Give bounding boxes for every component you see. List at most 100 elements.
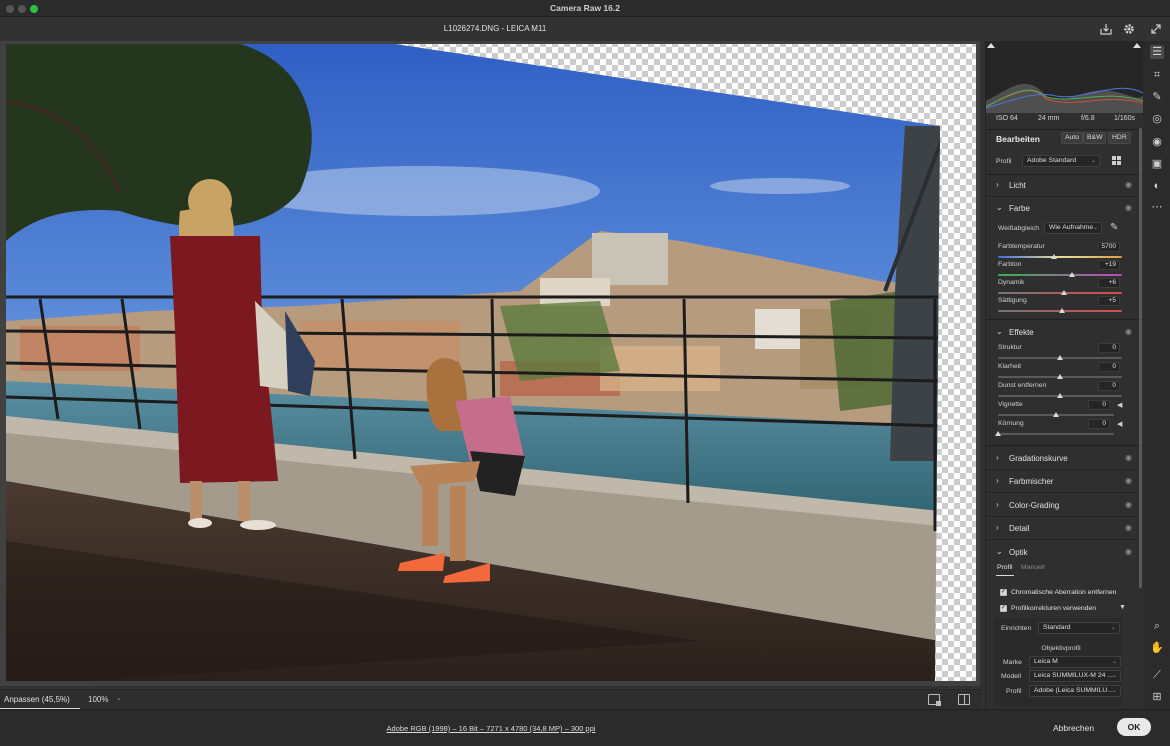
color-sampler-icon[interactable]: ⟋	[1150, 668, 1164, 682]
fit-zoom-button[interactable]: Anpassen (45,5%)	[4, 695, 70, 704]
make-select[interactable]: Leica M ⌄	[1029, 656, 1121, 668]
effekte-slider-value-field[interactable]: 0	[1098, 381, 1120, 391]
cancel-button[interactable]: Abbrechen	[1053, 723, 1094, 733]
edit-panel: ISO 64 24 mm f/6.8 1/160s Bearbeiten Aut…	[985, 41, 1143, 709]
effekte-slider-thumb[interactable]	[1053, 412, 1059, 417]
healing-brush-icon[interactable]: ✎	[1150, 90, 1164, 104]
eye-visibility-icon[interactable]: ◉	[1125, 180, 1132, 189]
section-farbe[interactable]: ⌄ Farbe ◉	[986, 197, 1136, 220]
effekte-slider-thumb[interactable]	[1057, 374, 1063, 379]
snapshots-icon[interactable]: ▣	[1150, 157, 1164, 171]
effekte-slider-value-field[interactable]: 0	[1088, 400, 1110, 410]
section-effekte[interactable]: ⌄ Effekte ◉	[986, 321, 1136, 344]
profile-corrections-label: Profilkorrekturen verwenden	[1011, 605, 1097, 612]
tab-manuell[interactable]: Manuell	[1021, 564, 1045, 571]
model-select[interactable]: Leica SUMMILUX-M 24 ... ⌄	[1029, 670, 1121, 682]
chevron-right-icon: ›	[996, 180, 999, 189]
section-farbmischer[interactable]: › Farbmischer ◉	[986, 470, 1136, 493]
farbe-slider-track[interactable]	[998, 256, 1122, 258]
section-detail[interactable]: › Detail ◉	[986, 517, 1136, 540]
farbe-slider-value-field[interactable]: +6	[1098, 278, 1120, 288]
farbe-slider-thumb[interactable]	[1050, 254, 1057, 259]
ok-button[interactable]: OK	[1117, 718, 1151, 736]
tab-profil[interactable]: Profil	[997, 564, 1013, 571]
profile-browser-grid-icon[interactable]	[1112, 156, 1122, 166]
model-label: Modell	[1001, 673, 1022, 680]
chevron-down-icon: ⌄	[1111, 659, 1117, 665]
hdr-button[interactable]: HDR	[1108, 132, 1131, 144]
zoom-tool-icon[interactable]: ⌕	[1150, 619, 1164, 633]
chevron-down-icon: ⌄	[1110, 625, 1116, 631]
hand-tool-icon[interactable]: ✋	[1150, 641, 1164, 655]
chevron-down-icon: ⌄	[1111, 688, 1117, 694]
grid-overlay-icon[interactable]: ⊞	[1150, 690, 1164, 704]
chevron-right-icon: ›	[996, 500, 999, 509]
farbe-slider-value-field[interactable]: +19	[1098, 260, 1120, 270]
expand-triangle-icon[interactable]: ▼	[1119, 604, 1126, 611]
image-canvas[interactable]	[0, 41, 980, 686]
section-color-grading[interactable]: › Color-Grading ◉	[986, 494, 1136, 517]
lens-profile-select[interactable]: Adobe (Leica SUMMILU... ⌄	[1029, 685, 1121, 697]
section-licht[interactable]: › Licht ◉	[986, 174, 1136, 197]
divider	[986, 445, 1143, 446]
masking-icon[interactable]: ◎	[1150, 112, 1164, 126]
eye-visibility-icon[interactable]: ◉	[1125, 327, 1132, 336]
eye-visibility-icon[interactable]: ◉	[1125, 203, 1132, 212]
white-balance-select[interactable]: Wie Aufnahme ⌄	[1044, 222, 1102, 234]
panel-scrollbar[interactable]	[1139, 128, 1142, 588]
farbe-slider-value-field[interactable]: +5	[1098, 296, 1120, 306]
red-eye-icon[interactable]: ◉	[1150, 135, 1164, 149]
eye-visibility-icon[interactable]: ◉	[1125, 476, 1132, 485]
section-gradationskurve-label: Gradationskurve	[1009, 454, 1068, 463]
bw-button[interactable]: B&W	[1083, 132, 1107, 144]
crop-overlay-icon[interactable]	[928, 694, 941, 706]
effekte-slider-thumb[interactable]	[995, 431, 1001, 436]
expand-triangle-icon[interactable]: ◀	[1117, 420, 1122, 428]
farbe-slider-track[interactable]	[998, 274, 1122, 276]
eye-visibility-icon[interactable]: ◉	[1125, 523, 1132, 532]
zoom-100-button[interactable]: 100%	[88, 695, 108, 704]
make-select-value: Leica M	[1034, 658, 1058, 665]
lens-profile-label: Profil	[1006, 688, 1022, 695]
auto-button[interactable]: Auto	[1061, 132, 1083, 144]
profile-corrections-checkbox[interactable]: ✓	[1000, 605, 1007, 612]
before-after-view-icon[interactable]	[958, 694, 970, 705]
crop-icon[interactable]: ⌗	[1150, 68, 1164, 82]
chevron-down-icon: ⌄	[1090, 158, 1096, 164]
section-gradationskurve[interactable]: › Gradationskurve ◉	[986, 447, 1136, 470]
lens-profile-heading: Objektivprofil	[1041, 645, 1081, 652]
farbe-slider-thumb[interactable]	[1059, 308, 1066, 313]
expand-triangle-icon[interactable]: ◀	[1117, 401, 1122, 409]
setup-select[interactable]: Standard ⌄	[1038, 622, 1120, 634]
file-bar: L1026274.DNG - LEICA M11	[0, 17, 1170, 41]
effekte-slider-label: Vignette	[998, 401, 1023, 408]
eyedropper-icon[interactable]: ✎	[1110, 222, 1118, 233]
effekte-slider-value-field[interactable]: 0	[1088, 419, 1110, 429]
farbe-slider-value-field[interactable]: 5700	[1098, 242, 1120, 252]
presets-icon[interactable]: ◐	[1150, 179, 1164, 193]
eye-visibility-icon[interactable]: ◉	[1125, 500, 1132, 509]
setup-select-value: Standard	[1043, 624, 1071, 631]
zoom-dropdown-chevron-icon[interactable]: ⌄	[116, 694, 122, 702]
effekte-slider-thumb[interactable]	[1057, 393, 1063, 398]
save-download-icon[interactable]	[1099, 22, 1113, 36]
expand-icon[interactable]	[1149, 22, 1163, 36]
gear-icon[interactable]	[1122, 22, 1136, 36]
eye-visibility-icon[interactable]: ◉	[1125, 547, 1132, 556]
farbe-slider-thumb[interactable]	[1069, 272, 1076, 277]
profile-select[interactable]: Adobe Standard ⌄	[1022, 155, 1100, 167]
effekte-slider-thumb[interactable]	[1057, 355, 1063, 360]
app-title: Camera Raw 16.2	[550, 3, 620, 13]
section-optik[interactable]: ⌄ Optik ◉	[986, 541, 1136, 564]
eye-visibility-icon[interactable]: ◉	[1125, 453, 1132, 462]
chevron-down-icon: ⌄	[996, 203, 1003, 212]
effekte-slider-value-field[interactable]: 0	[1098, 343, 1120, 353]
effekte-slider-label: Klarheit	[998, 363, 1022, 370]
chromatic-aberration-checkbox[interactable]: ✓	[1000, 589, 1007, 596]
workflow-options-link[interactable]: Adobe RGB (1998) – 16 Bit – 7271 x 4780 …	[0, 724, 982, 733]
edit-sliders-icon[interactable]: ☰	[1150, 45, 1164, 59]
effekte-slider-value-field[interactable]: 0	[1098, 362, 1120, 372]
effekte-slider-track[interactable]	[998, 433, 1114, 435]
farbe-slider-thumb[interactable]	[1060, 290, 1067, 295]
more-options-icon[interactable]: ⋯	[1150, 200, 1164, 214]
